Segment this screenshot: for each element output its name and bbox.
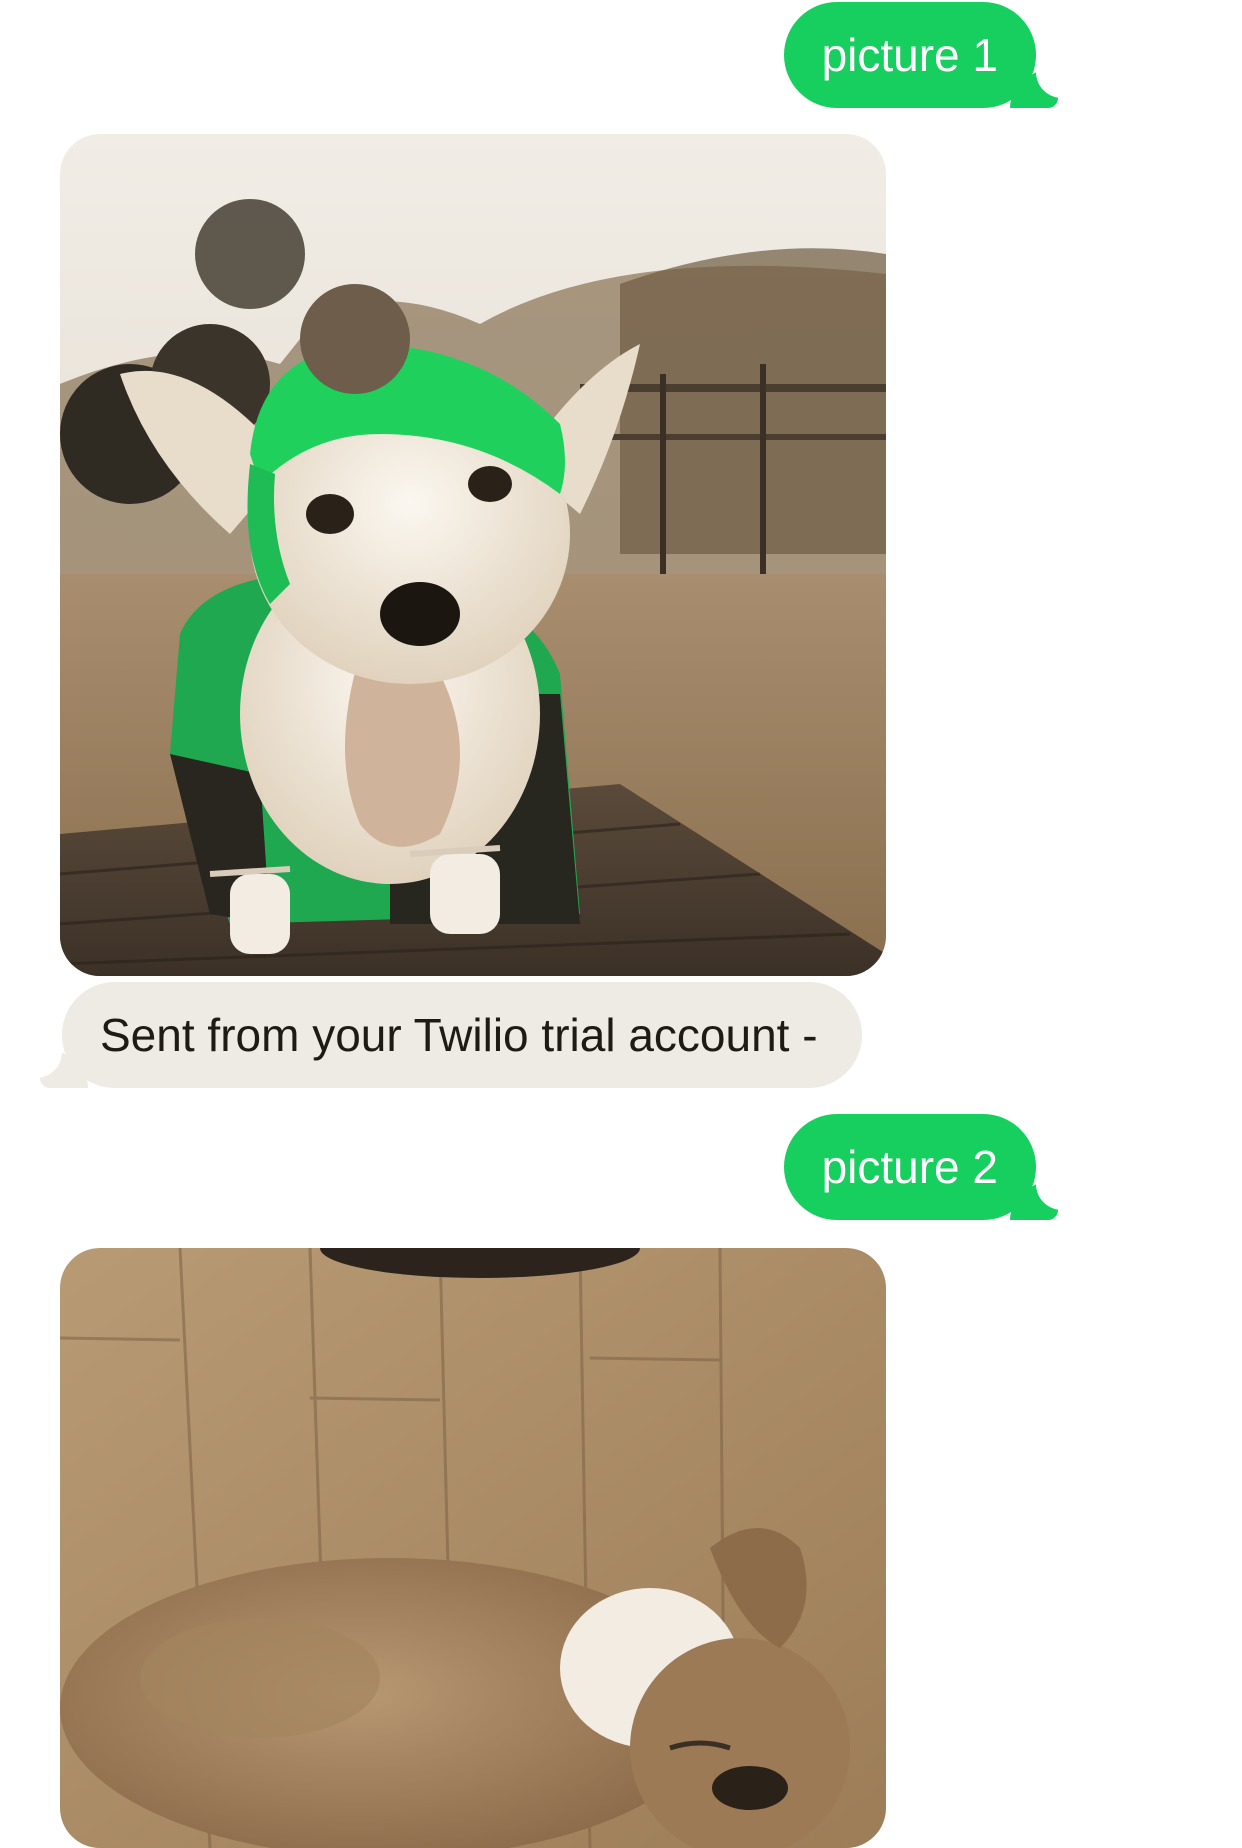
received-message-bubble[interactable]: Sent from your Twilio trial account - (40, 982, 862, 1088)
message-text: picture 2 (821, 1141, 998, 1193)
bubble-tail (1010, 1180, 1058, 1220)
received-image-attachment[interactable] (60, 134, 886, 976)
sent-message-bubble[interactable]: picture 1 (783, 2, 1058, 108)
sleeping-corgi-photo (60, 1248, 886, 1848)
sent-message-bubble[interactable]: picture 2 (783, 1114, 1058, 1220)
bubble-tail (1010, 68, 1058, 108)
bubble-tail (40, 1048, 88, 1088)
message-thread: picture 1 Sent from your Twilio trial ac… (0, 0, 1242, 1848)
message-text: Sent from your Twilio trial account - (100, 1009, 818, 1061)
message-text: picture 1 (821, 29, 998, 81)
corgi-beanie-photo (60, 134, 886, 976)
received-image-attachment[interactable] (60, 1248, 886, 1848)
